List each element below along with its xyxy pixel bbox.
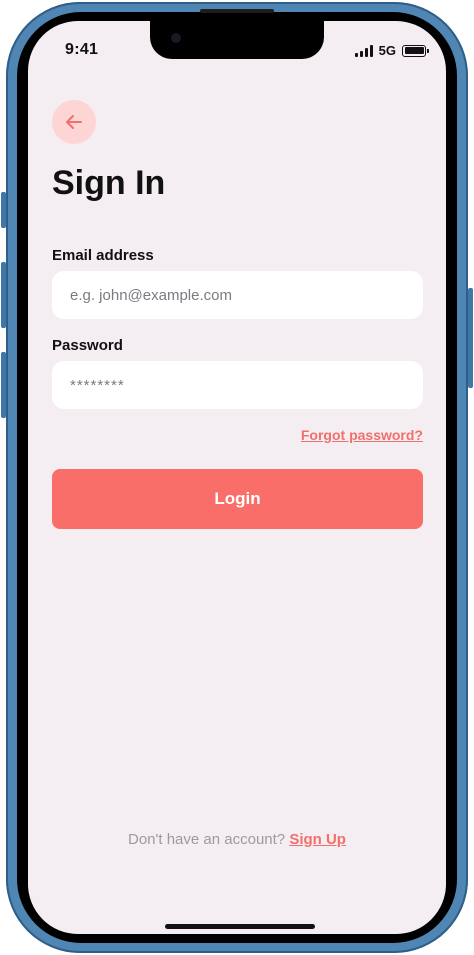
arrow-left-icon bbox=[66, 115, 82, 129]
forgot-password-link[interactable]: Forgot password? bbox=[301, 427, 423, 443]
home-indicator[interactable] bbox=[165, 924, 315, 929]
password-label: Password bbox=[52, 337, 123, 354]
power-button bbox=[468, 288, 473, 388]
network-type: 5G bbox=[378, 43, 396, 58]
battery-icon bbox=[402, 44, 429, 57]
status-bar: 9:41 5G bbox=[28, 21, 446, 71]
mute-switch bbox=[1, 192, 6, 228]
volume-up-button bbox=[1, 262, 6, 328]
volume-down-button bbox=[1, 352, 6, 418]
login-button[interactable]: Login bbox=[52, 469, 423, 529]
phone-top-speaker bbox=[200, 9, 274, 13]
back-button[interactable] bbox=[52, 100, 96, 144]
screen: 9:41 5G Sign In Email address Password F… bbox=[28, 21, 446, 934]
page-title: Sign In bbox=[52, 164, 166, 202]
status-time: 9:41 bbox=[65, 41, 99, 58]
password-input[interactable] bbox=[52, 361, 423, 409]
signup-prompt: Don't have an account? bbox=[128, 831, 290, 848]
signal-icon bbox=[354, 44, 373, 57]
signup-link[interactable]: Sign Up bbox=[289, 831, 346, 848]
email-label: Email address bbox=[52, 247, 154, 264]
signup-row: Don't have an account? Sign Up bbox=[28, 831, 446, 848]
email-input[interactable] bbox=[52, 271, 423, 319]
status-indicators: 5G bbox=[354, 43, 429, 58]
